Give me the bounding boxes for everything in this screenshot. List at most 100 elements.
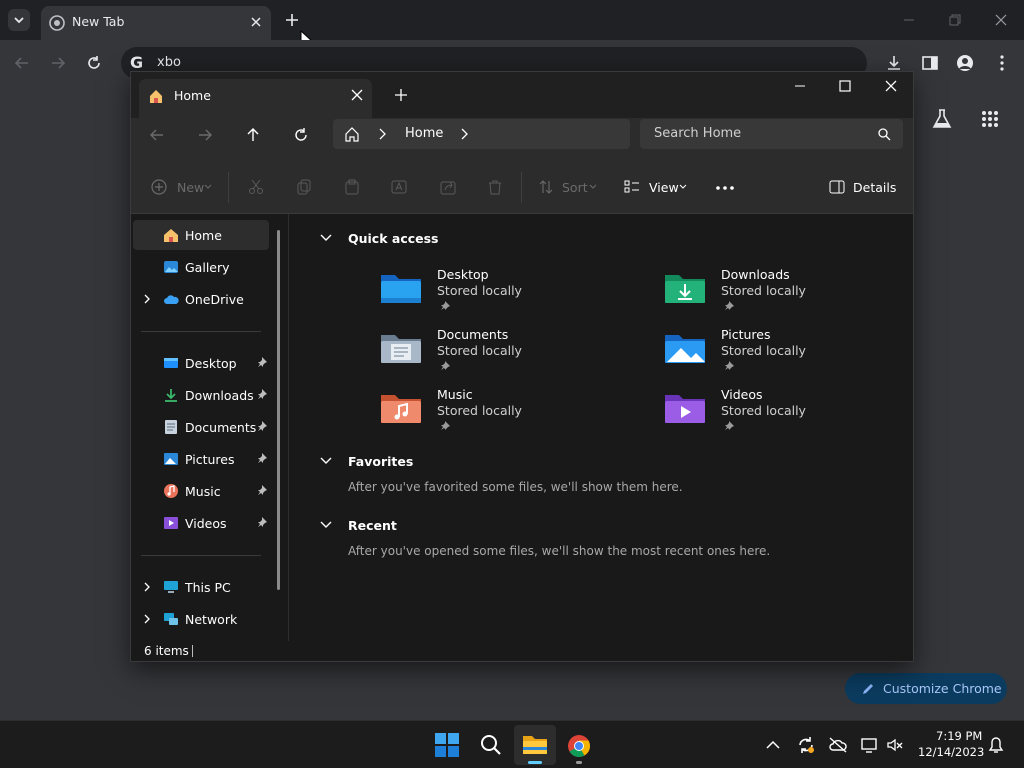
nav-item-onedrive[interactable]: OneDrive	[133, 284, 269, 314]
refresh-icon[interactable]	[293, 127, 309, 143]
pin-icon[interactable]	[257, 517, 267, 527]
chrome-logo-icon	[49, 15, 65, 31]
sync-icon[interactable]	[796, 735, 816, 755]
view-list-icon[interactable]	[624, 180, 640, 194]
restore-icon[interactable]	[949, 14, 961, 26]
content-pane: Quick access Desktop Stored locally Down…	[289, 214, 913, 641]
collapse-chevron-icon[interactable]	[320, 521, 332, 529]
quick-item-music[interactable]: Music Stored locally	[379, 387, 639, 443]
nav-item-home[interactable]: Home	[133, 220, 269, 250]
address-bar[interactable]: Home	[333, 119, 630, 149]
new-tab-plus-icon[interactable]	[284, 12, 300, 28]
nav-item-gallery[interactable]: Gallery	[133, 252, 269, 282]
cloud-offline-icon[interactable]	[828, 736, 848, 754]
nav-item-music[interactable]: Music	[133, 476, 269, 506]
pin-icon[interactable]	[257, 453, 267, 463]
item-sub: Stored locally	[721, 283, 806, 298]
apps-grid-icon[interactable]	[981, 110, 999, 128]
picture-icon	[164, 453, 178, 465]
reload-icon[interactable]	[86, 55, 102, 71]
taskbar-date[interactable]: 12/14/2023	[918, 745, 984, 759]
quick-item-videos[interactable]: Videos Stored locally	[663, 387, 923, 443]
taskbar-explorer-button[interactable]	[514, 725, 556, 765]
divider	[141, 331, 261, 332]
download-icon[interactable]	[885, 54, 903, 72]
back-arrow-icon[interactable]	[14, 55, 30, 71]
network-icon	[164, 613, 178, 625]
music-note-icon	[164, 484, 178, 498]
volume-muted-icon[interactable]	[886, 737, 904, 753]
breadcrumb-home[interactable]: Home	[405, 126, 443, 141]
nav-item-this-pc[interactable]: This PC	[133, 572, 269, 602]
chevron-down-icon	[679, 184, 687, 189]
more-vertical-icon[interactable]	[994, 54, 1010, 72]
rename-icon[interactable]	[391, 179, 407, 195]
sort-arrows-icon[interactable]	[538, 179, 554, 195]
close-window-icon[interactable]	[995, 14, 1007, 26]
copy-icon[interactable]	[296, 179, 312, 195]
details-pane-icon[interactable]	[829, 180, 845, 194]
new-button-label[interactable]: New	[177, 180, 204, 195]
close-window-icon[interactable]	[885, 80, 897, 92]
pin-icon[interactable]	[257, 485, 267, 495]
forward-arrow-icon[interactable]	[50, 55, 66, 71]
notification-bell-icon[interactable]	[988, 736, 1004, 754]
profile-icon[interactable]	[956, 54, 974, 72]
quick-item-documents[interactable]: Documents Stored locally	[379, 327, 639, 383]
close-tab-icon[interactable]	[351, 89, 363, 101]
nav-item-network[interactable]: Network	[133, 604, 269, 634]
nav-item-downloads[interactable]: Downloads	[133, 380, 269, 410]
chevron-up-icon[interactable]	[766, 740, 780, 750]
nav-item-desktop[interactable]: Desktop	[133, 348, 269, 378]
cut-scissors-icon[interactable]	[248, 179, 264, 195]
search-box[interactable]: Search Home	[640, 119, 903, 149]
nav-pane-scrollbar[interactable]	[277, 230, 280, 590]
minimize-icon[interactable]	[903, 14, 915, 26]
item-sub: Stored locally	[437, 283, 522, 298]
collapse-chevron-icon[interactable]	[320, 457, 332, 465]
details-button-label[interactable]: Details	[853, 180, 896, 195]
chevron-right-icon[interactable]	[377, 128, 387, 140]
nav-item-videos[interactable]: Videos	[133, 508, 269, 538]
sort-button-label[interactable]: Sort	[562, 180, 588, 195]
section-quick-access: Quick access	[348, 231, 439, 246]
taskbar-chrome-button[interactable]	[564, 725, 594, 765]
chrome-tab-new-tab[interactable]: New Tab	[41, 6, 271, 40]
chevron-down-icon	[589, 184, 597, 189]
labs-flask-icon[interactable]	[932, 108, 952, 130]
close-tab-icon[interactable]	[248, 14, 264, 30]
chevron-right-icon[interactable]	[459, 128, 469, 140]
search-icon[interactable]	[480, 734, 502, 756]
minimize-icon[interactable]	[794, 80, 806, 92]
pin-icon[interactable]	[257, 357, 267, 367]
taskbar-time[interactable]: 7:19 PM	[936, 729, 982, 743]
quick-item-pictures[interactable]: Pictures Stored locally	[663, 327, 923, 383]
explorer-tab-home[interactable]: Home	[139, 79, 372, 118]
maximize-icon[interactable]	[839, 80, 851, 92]
new-plus-icon[interactable]	[151, 179, 167, 195]
quick-item-desktop[interactable]: Desktop Stored locally	[379, 267, 639, 323]
side-panel-icon[interactable]	[921, 54, 939, 72]
pin-icon[interactable]	[257, 389, 267, 399]
tab-search-button[interactable]	[8, 9, 30, 31]
pin-icon[interactable]	[257, 421, 267, 431]
view-button-label[interactable]: View	[649, 180, 679, 195]
nav-item-documents[interactable]: Documents	[133, 412, 269, 442]
more-options-icon[interactable]	[715, 185, 735, 191]
forward-arrow-icon[interactable]	[197, 127, 213, 143]
collapse-chevron-icon[interactable]	[320, 234, 332, 242]
new-tab-plus-icon[interactable]	[395, 89, 407, 101]
customize-chrome-button[interactable]: Customize Chrome	[845, 673, 1007, 704]
customize-chrome-label: Customize Chrome	[883, 681, 1002, 696]
item-name: Desktop	[437, 267, 489, 282]
delete-trash-icon[interactable]	[487, 179, 503, 195]
share-icon[interactable]	[440, 179, 456, 195]
back-arrow-icon[interactable]	[149, 127, 165, 143]
nav-item-pictures[interactable]: Pictures	[133, 444, 269, 474]
paste-clipboard-icon[interactable]	[344, 179, 360, 195]
documents-folder-icon	[381, 335, 421, 363]
quick-item-downloads[interactable]: Downloads Stored locally	[663, 267, 923, 323]
up-arrow-icon[interactable]	[245, 127, 261, 143]
network-display-icon[interactable]	[860, 736, 880, 754]
windows-start-icon[interactable]	[435, 733, 459, 757]
